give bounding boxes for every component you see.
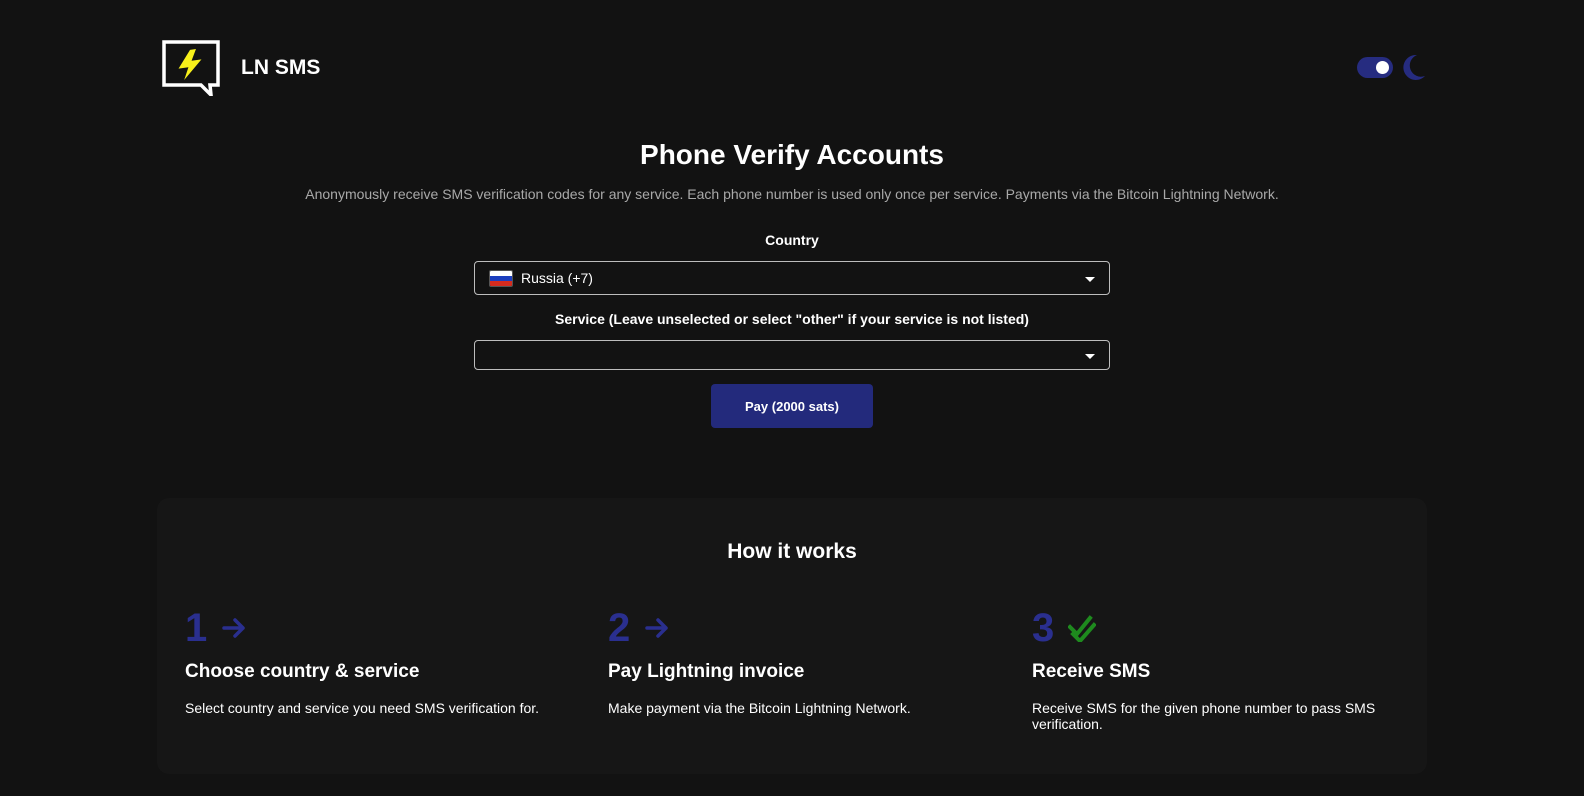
step-number: 2 (608, 606, 631, 650)
chevron-down-icon (1085, 354, 1095, 359)
russia-flag-icon (489, 270, 513, 287)
arrow-right-icon (645, 618, 668, 638)
service-select[interactable] (474, 340, 1110, 370)
country-select[interactable]: Russia (+7) (474, 261, 1110, 295)
header: LN SMS (162, 40, 1428, 96)
service-label: Service (Leave unselected or select "oth… (555, 311, 1029, 327)
step-title: Pay Lightning invoice (608, 661, 805, 682)
chevron-down-icon (1085, 277, 1095, 282)
step-number: 1 (185, 606, 208, 650)
how-it-works-title: How it works (727, 540, 857, 563)
double-check-icon (1068, 615, 1096, 642)
step-number: 3 (1032, 606, 1055, 650)
toggle-knob (1376, 61, 1389, 74)
step-title: Choose country & service (185, 661, 420, 682)
lightning-chat-icon[interactable] (162, 40, 220, 96)
step-description: Make payment via the Bitcoin Lightning N… (608, 700, 911, 716)
step-description: Receive SMS for the given phone number t… (1032, 700, 1376, 732)
country-value: Russia (+7) (521, 270, 593, 286)
page-subtitle: Anonymously receive SMS verification cod… (305, 186, 1279, 202)
step-title: Receive SMS (1032, 661, 1151, 682)
step-2: 2 Pay Lightning invoice Make payment via… (608, 606, 998, 716)
theme-toggle[interactable] (1357, 57, 1393, 78)
step-1: 1 Choose country & service Select countr… (185, 606, 575, 716)
pay-button[interactable]: Pay (2000 sats) (711, 384, 873, 428)
step-description: Select country and service you need SMS … (185, 700, 540, 716)
step-3: 3 Receive SMS Receive SMS for the given … (1032, 606, 1422, 732)
brand-name[interactable]: LN SMS (241, 56, 320, 80)
how-it-works-card: How it works 1 Choose country & service … (157, 498, 1427, 774)
moon-icon (1403, 54, 1425, 80)
page-title: Phone Verify Accounts (640, 139, 944, 170)
country-label: Country (765, 232, 819, 248)
arrow-right-icon (222, 618, 245, 638)
